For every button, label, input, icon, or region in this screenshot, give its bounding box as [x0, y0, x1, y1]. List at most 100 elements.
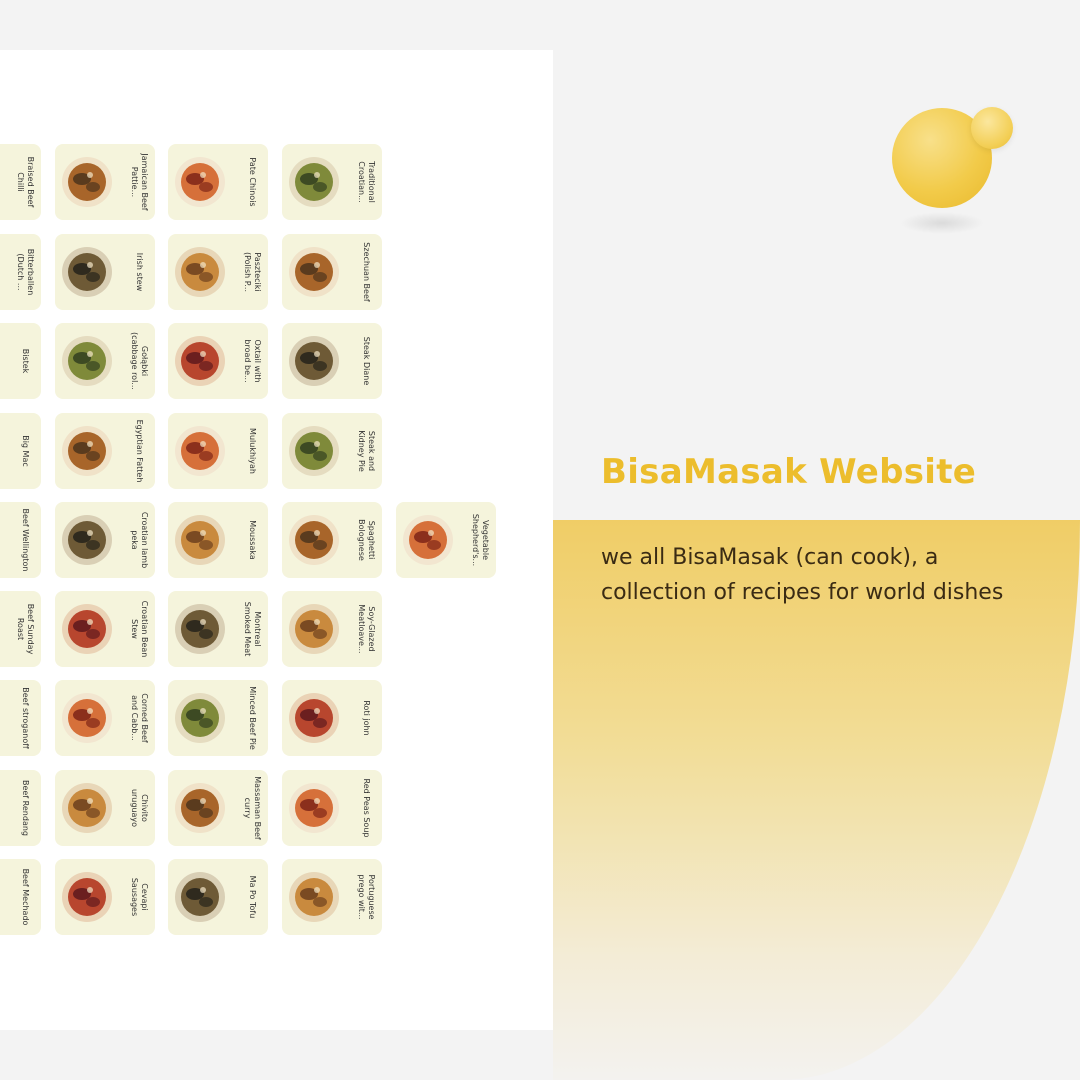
recipe-card[interactable]: Jamaican Beef Pattie... — [55, 144, 155, 220]
recipe-photo — [289, 157, 339, 207]
recipe-card[interactable]: Moussaka — [168, 502, 268, 578]
recipe-name: Big Mac — [21, 435, 30, 467]
recipe-name: Soy-Glazed Meatloave... — [357, 604, 376, 654]
recipe-card[interactable]: Croatian Bean Stew — [55, 591, 155, 667]
recipe-name: Bitterballen (Dutch ... — [16, 248, 35, 296]
recipe-name: Cevapi Sausages — [130, 877, 149, 917]
recipe-name: Traditional Croatian... — [357, 161, 376, 203]
recipe-photo — [289, 336, 339, 386]
recipe-card[interactable]: Roti john — [282, 680, 382, 756]
sphere-shadow — [900, 212, 984, 234]
recipe-photo — [175, 515, 225, 565]
recipe-name: Steak and Kidney Pie — [357, 430, 376, 472]
recipe-photo — [62, 336, 112, 386]
recipe-card[interactable]: Beef Sunday Roast — [0, 591, 41, 667]
recipe-name: Beef Wellington — [21, 508, 30, 572]
recipe-name: Paszteciki (Polish P... — [243, 252, 262, 292]
recipe-photo — [62, 157, 112, 207]
recipe-photo — [62, 247, 112, 297]
recipe-name: Minced Beef Pie — [248, 686, 257, 750]
recipe-card[interactable]: Cevapi Sausages — [55, 859, 155, 935]
recipe-name: Spaghetti Bolognese — [357, 519, 376, 561]
recipe-photo — [175, 872, 225, 922]
page-title: BisaMasak Website — [601, 452, 977, 492]
recipe-photo — [62, 783, 112, 833]
recipe-card[interactable]: Szechuan Beef — [282, 234, 382, 310]
recipe-card[interactable]: Spaghetti Bolognese — [282, 502, 382, 578]
recipe-name: Portuguese prego wit... — [357, 874, 376, 920]
recipe-photo — [62, 872, 112, 922]
recipe-photo — [175, 157, 225, 207]
recipe-photo — [289, 604, 339, 654]
recipe-card[interactable]: Paszteciki (Polish P... — [168, 234, 268, 310]
recipe-name: Steak Diane — [362, 336, 371, 386]
recipe-card[interactable]: Minced Beef Pie — [168, 680, 268, 756]
recipe-photo — [289, 426, 339, 476]
recipe-name: Braised Beef Chilli — [16, 156, 35, 208]
recipe-photo — [289, 872, 339, 922]
recipe-card[interactable]: Portuguese prego wit... — [282, 859, 382, 935]
recipe-card[interactable]: Soy-Glazed Meatloave... — [282, 591, 382, 667]
recipe-photo — [62, 515, 112, 565]
recipe-photo — [175, 247, 225, 297]
recipe-card[interactable]: Oxtail with broad be... — [168, 323, 268, 399]
recipe-name: Moussaka — [248, 520, 257, 560]
recipe-name: Montreal Smoked Meat — [243, 601, 262, 657]
recipe-photo — [289, 247, 339, 297]
recipe-card[interactable]: Pate Chinois — [168, 144, 268, 220]
recipe-photo — [289, 693, 339, 743]
recipe-card[interactable]: Croatian lamb peka — [55, 502, 155, 578]
recipe-name: Irish stew — [135, 252, 144, 292]
recipe-card[interactable]: Traditional Croatian... — [282, 144, 382, 220]
recipe-photo — [403, 515, 453, 565]
recipe-name: Croatian Bean Stew — [130, 600, 149, 658]
site-description: we all BisaMasak (can cook), a collectio… — [601, 545, 1004, 605]
recipe-card[interactable]: Braised Beef Chilli — [0, 144, 41, 220]
recipe-card[interactable]: Massaman Beef curry — [168, 770, 268, 846]
recipe-card[interactable]: Red Peas Soup — [282, 770, 382, 846]
recipe-photo — [62, 604, 112, 654]
recipe-card[interactable]: Steak and Kidney Pie — [282, 413, 382, 489]
recipe-photo — [289, 783, 339, 833]
recipe-card[interactable]: Irish stew — [55, 234, 155, 310]
recipe-card[interactable]: Chivito uruguayo — [55, 770, 155, 846]
recipe-card[interactable]: Beef stroganoff — [0, 680, 41, 756]
recipe-name: Szechuan Beef — [362, 242, 371, 302]
recipe-photo — [175, 693, 225, 743]
recipe-card[interactable]: Gołąbki (cabbage rol... — [55, 323, 155, 399]
recipe-card[interactable]: Beef Mechado — [0, 859, 41, 935]
recipe-name: Beef stroganoff — [21, 687, 30, 749]
recipe-photo — [62, 426, 112, 476]
recipe-name: Massaman Beef curry — [243, 776, 262, 840]
recipe-name: Pate Chinois — [248, 157, 257, 207]
recipe-photo — [175, 426, 225, 476]
recipe-photo — [62, 693, 112, 743]
recipe-grid-mockup: Braised Beef Chilli Jamaican Beef Pattie.… — [0, 50, 553, 1030]
recipe-name: Bistek — [21, 348, 30, 374]
recipe-card[interactable]: Corned Beef and Cabb... — [55, 680, 155, 756]
recipe-name: Beef Mechado — [21, 868, 30, 926]
recipe-photo — [175, 783, 225, 833]
recipe-name: Beef Sunday Roast — [16, 603, 35, 655]
recipe-name: Mulukhiyah — [248, 428, 257, 474]
recipe-name: Vegetable Shepherd's... — [471, 513, 490, 567]
recipe-card[interactable]: Steak Diane — [282, 323, 382, 399]
recipe-card[interactable]: Beef Wellington — [0, 502, 41, 578]
recipe-card[interactable]: Bitterballen (Dutch ... — [0, 234, 41, 310]
decorative-sphere-small — [971, 107, 1013, 149]
recipe-name: Ma Po Tofu — [248, 875, 257, 919]
recipe-card[interactable]: Egyptian Fatteh — [55, 413, 155, 489]
recipe-photo — [289, 515, 339, 565]
recipe-card[interactable]: Ma Po Tofu — [168, 859, 268, 935]
recipe-card[interactable]: Beef Rendang — [0, 770, 41, 846]
recipe-card[interactable]: Vegetable Shepherd's... — [396, 502, 496, 578]
recipe-card[interactable]: Bistek — [0, 323, 41, 399]
recipe-card[interactable]: Big Mac — [0, 413, 41, 489]
recipe-name: Chivito uruguayo — [130, 788, 149, 828]
recipe-card[interactable]: Mulukhiyah — [168, 413, 268, 489]
recipe-photo — [175, 336, 225, 386]
recipe-photo — [175, 604, 225, 654]
recipe-name: Jamaican Beef Pattie... — [130, 153, 149, 211]
recipe-name: Corned Beef and Cabb... — [130, 693, 149, 743]
recipe-card[interactable]: Montreal Smoked Meat — [168, 591, 268, 667]
